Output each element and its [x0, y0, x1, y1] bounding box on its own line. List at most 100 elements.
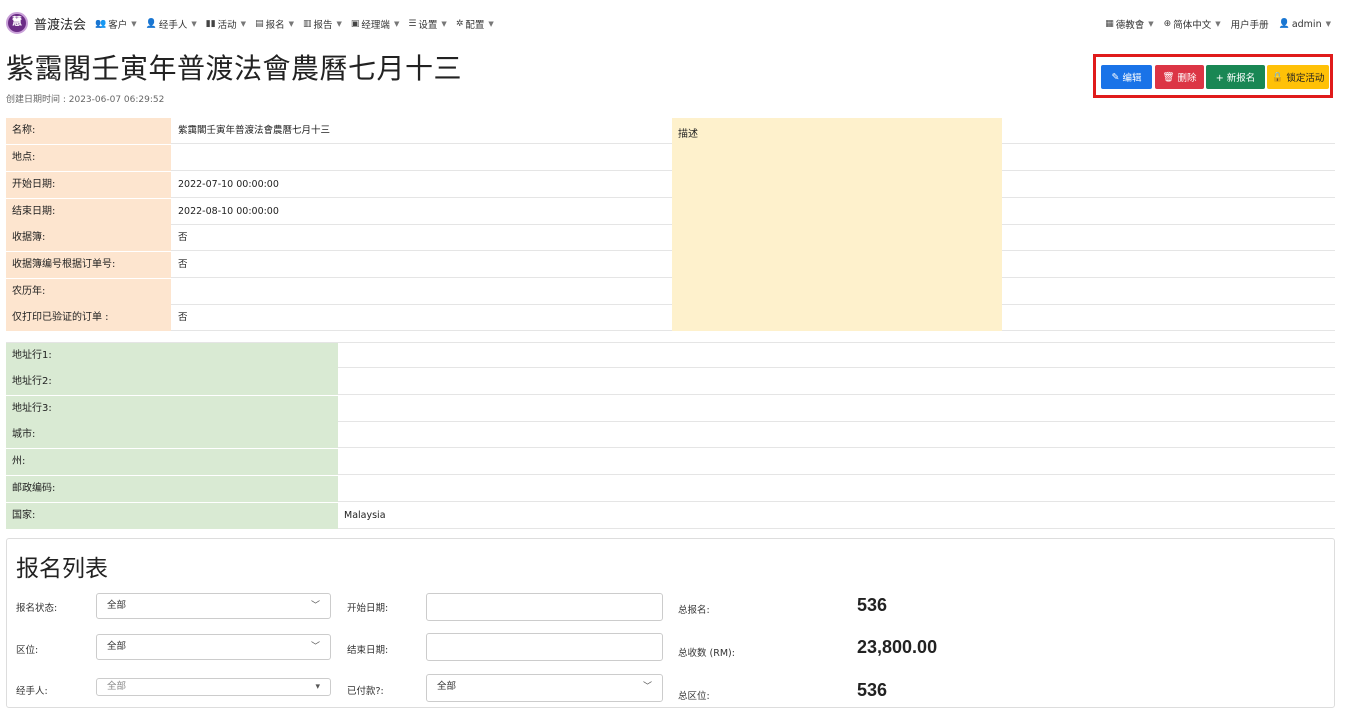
- menu-label: 配置: [465, 20, 485, 31]
- chevron-down-icon: ﹀: [642, 682, 652, 692]
- end-date-input[interactable]: [426, 633, 663, 661]
- briefcase-icon: ▣: [350, 19, 360, 29]
- language-switcher[interactable]: ⊕ 简体中文 ▼: [1164, 17, 1221, 31]
- end-date-label: 结束日期:: [347, 645, 389, 656]
- paid-filter-select[interactable]: 全部 ﹀: [426, 674, 663, 702]
- building-icon: ▦: [1105, 19, 1114, 29]
- start-date-input[interactable]: [426, 593, 663, 621]
- delete-button[interactable]: 🗑 删除: [1155, 65, 1204, 89]
- detail-value: 2022-08-10 00:00:00: [178, 206, 279, 217]
- total-zones-value: 536: [857, 680, 888, 700]
- main-menu: 👥 客户 ▼ 👤 经手人 ▼ ▮▮ 活动 ▼ ▤ 报名 ▼ ▥ 报告 ▼ ▣ 经…: [95, 17, 494, 31]
- detail-value: 否: [178, 312, 188, 323]
- address-row: 地址行2:: [6, 369, 1335, 395]
- user-icon: 👤: [1278, 19, 1290, 29]
- caret-down-icon: ▼: [288, 20, 294, 28]
- detail-row: 地点:: [6, 145, 1335, 171]
- paid-filter-label: 已付款?:: [347, 686, 384, 697]
- detail-value: 2022-07-10 00:00:00: [178, 179, 279, 190]
- address-row: 地址行3:: [6, 396, 1335, 422]
- agent-filter-select[interactable]: 全部 ▾: [96, 678, 331, 696]
- detail-label: 收据簿编号根据订单号:: [6, 252, 171, 278]
- lock-icon: 🔒: [1271, 71, 1284, 83]
- detail-row: 收据簿编号根据订单号: 否: [6, 252, 1335, 278]
- edit-label: 编辑: [1122, 73, 1142, 84]
- menu-label: 报告: [313, 20, 333, 31]
- address-value: Malaysia: [344, 510, 386, 521]
- menu-label: 活动: [217, 20, 237, 31]
- logo-icon: 慧: [6, 12, 28, 34]
- description-cell: 描述: [672, 118, 1002, 331]
- manual-link[interactable]: 用户手册: [1231, 17, 1269, 31]
- caret-down-icon: ▾: [315, 682, 320, 692]
- zone-filter-value: 全部: [107, 641, 127, 652]
- address-label: 地址行3:: [6, 396, 338, 422]
- org-label: 德教會: [1115, 20, 1145, 31]
- delete-label: 删除: [1177, 73, 1197, 84]
- agent-filter-label: 经手人:: [16, 686, 48, 697]
- sliders-icon: ☰: [408, 19, 417, 29]
- caret-down-icon: ▼: [488, 20, 494, 28]
- menu-registration[interactable]: ▤ 报名 ▼: [255, 17, 294, 31]
- lock-label: 锁定活动: [1286, 73, 1325, 84]
- address-label: 州:: [6, 449, 338, 475]
- detail-row: 开始日期: 2022-07-10 00:00:00: [6, 172, 1335, 198]
- detail-row: 农历年:: [6, 279, 1335, 305]
- menu-reports[interactable]: ▥ 报告 ▼: [303, 17, 342, 31]
- language-label: 简体中文: [1173, 20, 1212, 31]
- menu-config[interactable]: ✲ 配置 ▼: [456, 17, 494, 31]
- new-label: + 新报名: [1215, 73, 1256, 84]
- users-icon: 👥: [95, 19, 107, 29]
- description-label: 描述: [678, 129, 698, 140]
- address-label: 城市:: [6, 422, 338, 448]
- brand[interactable]: 慧 普渡法会: [6, 12, 86, 34]
- caret-down-icon: ▼: [336, 20, 342, 28]
- caret-down-icon: ▼: [393, 20, 400, 28]
- detail-value: 否: [178, 259, 188, 270]
- address-label: 邮政编码:: [6, 476, 338, 502]
- menu-label: 经理端: [361, 20, 390, 31]
- caret-down-icon: ▼: [441, 20, 447, 28]
- caret-down-icon: ▼: [131, 20, 137, 28]
- globe-icon: ⊕: [1163, 19, 1172, 29]
- menu-label: 设置: [418, 20, 438, 31]
- status-filter-label: 报名状态:: [16, 603, 58, 614]
- detail-label: 农历年:: [6, 279, 171, 305]
- detail-row: 仅打印已验证的订单 : 否: [6, 305, 1335, 331]
- username: admin: [1291, 18, 1322, 30]
- detail-label: 地点:: [6, 145, 171, 171]
- report-icon: ▥: [302, 19, 312, 29]
- caret-down-icon: ▼: [240, 20, 247, 28]
- page-title: 紫靄閣壬寅年普渡法會農曆七月十三: [6, 52, 463, 85]
- menu-agents[interactable]: 👤 经手人 ▼: [146, 17, 197, 31]
- new-registration-button[interactable]: + 新报名: [1206, 65, 1265, 89]
- created-datetime: 创建日期时间 : 2023-06-07 06:29:52: [6, 95, 165, 105]
- menu-events[interactable]: ▮▮ 活动 ▼: [206, 17, 246, 31]
- edit-button[interactable]: ✎ 编辑: [1101, 65, 1152, 89]
- registration-title: 报名列表: [16, 556, 108, 582]
- lock-event-button[interactable]: 🔒 锁定活动: [1267, 65, 1329, 89]
- detail-label: 开始日期:: [6, 172, 171, 198]
- total-amount-label: 总收数 (RM):: [678, 648, 735, 659]
- form-icon: ▤: [255, 19, 264, 29]
- zone-filter-select[interactable]: 全部 ﹀: [96, 634, 331, 660]
- manual-label: 用户手册: [1230, 20, 1269, 31]
- detail-label: 仅打印已验证的订单 :: [6, 305, 171, 331]
- user-icon: 👤: [145, 19, 157, 29]
- status-filter-select[interactable]: 全部 ﹀: [96, 593, 331, 619]
- menu-settings[interactable]: ☰ 设置 ▼: [408, 17, 446, 31]
- address-row: 城市:: [6, 422, 1335, 448]
- detail-value: 否: [178, 232, 188, 243]
- menu-customers[interactable]: 👥 客户 ▼: [95, 17, 137, 31]
- org-switcher[interactable]: ▦ 德教會 ▼: [1105, 17, 1153, 31]
- detail-value: 紫靄閣壬寅年普渡法會農曆七月十三: [178, 125, 331, 136]
- status-filter-value: 全部: [107, 600, 127, 611]
- agent-filter-value: 全部: [107, 681, 127, 692]
- menu-manager[interactable]: ▣ 经理端 ▼: [351, 17, 399, 31]
- address-row: 州:: [6, 449, 1335, 475]
- start-date-label: 开始日期:: [347, 603, 389, 614]
- detail-label: 名称:: [6, 118, 171, 144]
- address-row: 邮政编码:: [6, 476, 1335, 502]
- account-menu[interactable]: 👤 admin ▼: [1279, 17, 1331, 31]
- menu-label: 客户: [108, 20, 128, 31]
